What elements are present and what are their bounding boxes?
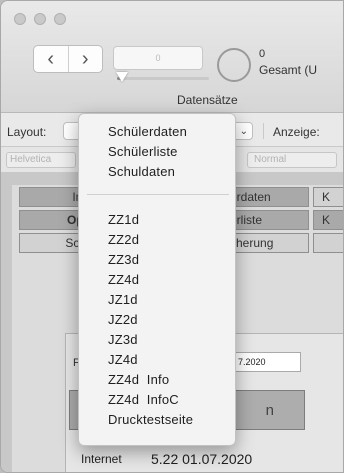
- tab-button-k3[interactable]: [313, 233, 343, 253]
- menu-item-jz1d[interactable]: JZ1d: [108, 292, 138, 307]
- record-slider-knob[interactable]: [116, 72, 128, 82]
- menu-item-zz1d[interactable]: ZZ1d: [108, 212, 139, 227]
- chevron-right-icon[interactable]: ›: [67, 46, 103, 72]
- chevron-left-icon[interactable]: ‹: [34, 46, 68, 72]
- menu-item-schuelerliste[interactable]: Schülerliste: [108, 144, 178, 159]
- menu-item-schuldaten[interactable]: Schuldaten: [108, 164, 175, 179]
- menu-item-zz4d-infoc[interactable]: ZZ4d InfoC: [108, 392, 179, 407]
- menu-item-zz4d-info[interactable]: ZZ4d Info: [108, 372, 169, 387]
- zoom-window-button[interactable]: [54, 13, 66, 25]
- menu-item-schuelerdaten[interactable]: Schülerdaten: [108, 124, 187, 139]
- app-window: ‹ › 0 0 Gesamt (U Datensätze Layout: ⌄ A…: [0, 0, 344, 473]
- menu-item-zz2d[interactable]: ZZ2d: [108, 232, 139, 247]
- chevron-down-icon: ⌄: [239, 125, 248, 137]
- anzeige-label: Anzeige:: [273, 125, 320, 139]
- progress-ring-icon: [217, 48, 251, 82]
- font-popup[interactable]: Helvetica: [6, 152, 76, 168]
- record-navigation: ‹ ›: [33, 45, 103, 73]
- internet-label: Internet: [81, 452, 122, 466]
- menu-item-zz4d[interactable]: ZZ4d: [108, 272, 139, 287]
- record-slider[interactable]: [116, 72, 209, 82]
- menu-item-jz2d[interactable]: JZ2d: [108, 312, 138, 327]
- layout-label: Layout:: [7, 125, 47, 139]
- minimize-window-button[interactable]: [34, 13, 46, 25]
- menu-item-zz3d[interactable]: ZZ3d: [108, 252, 139, 267]
- record-count-label: Gesamt (U: [259, 63, 318, 77]
- menu-separator: [87, 194, 229, 195]
- layout-dropdown-menu: Schülerdaten Schülerliste Schuldaten ZZ1…: [78, 113, 236, 446]
- menu-item-jz4d[interactable]: JZ4d: [108, 352, 138, 367]
- close-window-button[interactable]: [14, 13, 26, 25]
- toolbar-caption: Datensätze: [177, 93, 238, 107]
- menu-item-jz3d[interactable]: JZ3d: [108, 332, 138, 347]
- menu-item-drucktestseite[interactable]: Drucktestseite: [108, 412, 193, 427]
- separator: [263, 123, 264, 139]
- date-field[interactable]: 7.2020: [231, 352, 301, 372]
- toolbar: ‹ › 0 0 Gesamt (U Datensätze: [1, 1, 343, 113]
- style-popup[interactable]: Normal: [247, 152, 337, 168]
- record-number-field[interactable]: 0: [113, 46, 203, 70]
- record-count-value: 0: [259, 48, 266, 60]
- tab-button-k2[interactable]: K: [313, 210, 343, 230]
- internet-version: 5.22 01.07.2020: [151, 451, 253, 467]
- tab-button-k1[interactable]: K: [313, 187, 343, 207]
